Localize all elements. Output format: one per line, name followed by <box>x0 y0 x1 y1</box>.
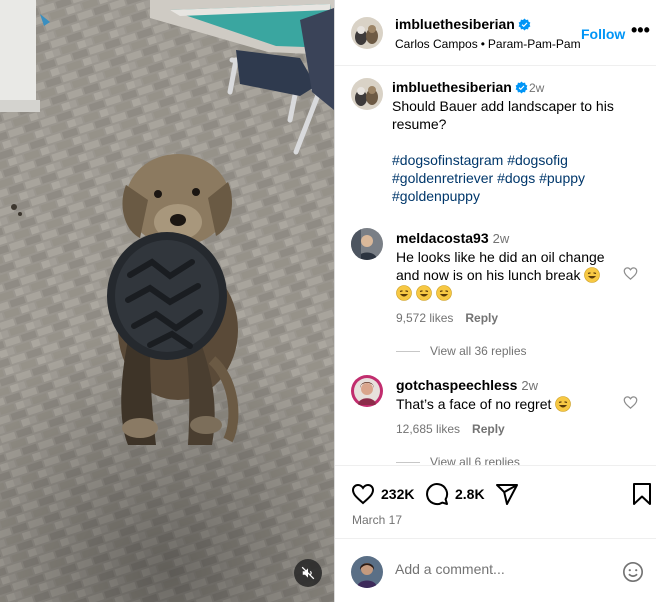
laughing-emoji-icon <box>555 396 572 412</box>
comment-text-content: That’s a face of no regret <box>396 396 552 412</box>
hashtag-link[interactable]: #dogsofinstagram <box>392 152 503 168</box>
like-comment-heart-icon[interactable] <box>623 395 638 410</box>
caption-text: Should Bauer add landscaper to his resum… <box>392 98 614 132</box>
comment-text: That’s a face of no regret <box>396 395 618 413</box>
view-replies-button[interactable]: View all 6 replies <box>396 455 520 465</box>
post-subtitle: Carlos Campos • Param-Pam-Pam <box>395 37 581 51</box>
comment-text: He looks like he did an oil change and n… <box>396 248 618 302</box>
comment-text-content: He looks like he did an oil change and n… <box>396 249 605 283</box>
post-date[interactable]: March 17 <box>352 513 402 527</box>
caption-username-text[interactable]: imbluethesiberian <box>392 79 512 95</box>
like-comment-heart-icon[interactable] <box>623 266 638 281</box>
current-user-avatar <box>351 556 383 588</box>
post-actions: 232K 2.8K March 17 <box>335 465 656 537</box>
share-button[interactable] <box>495 482 519 506</box>
save-button[interactable] <box>631 482 653 506</box>
heart-icon <box>351 483 375 505</box>
verified-badge-icon <box>518 18 531 31</box>
author-avatar[interactable] <box>351 17 383 49</box>
laughing-emoji-icon <box>416 285 432 301</box>
replies-divider <box>396 461 420 463</box>
comment-username[interactable]: meldacosta93 2w <box>396 230 509 246</box>
emoji-picker-icon[interactable] <box>622 561 644 583</box>
post-photo <box>0 0 334 602</box>
likes-count[interactable]: 232K <box>381 486 414 502</box>
muted-speaker-icon <box>301 566 315 580</box>
comment-meta: 9,572 likes Reply <box>396 311 498 325</box>
commenter-avatar[interactable] <box>351 228 383 260</box>
verified-badge-icon <box>515 81 528 94</box>
comments-scroll-area[interactable]: imbluethesiberian 2w Should Bauer add la… <box>335 67 656 465</box>
comment-username-text[interactable]: gotchaspeechless <box>396 377 517 393</box>
comment-likes[interactable]: 9,572 likes <box>396 311 453 325</box>
laughing-emoji-icon <box>584 267 601 283</box>
audio-link[interactable]: Param-Pam-Pam <box>488 37 581 51</box>
comment-button[interactable]: 2.8K <box>425 482 485 506</box>
comment-bubble-icon <box>426 483 449 506</box>
hashtag-link[interactable]: #dogs <box>497 170 535 186</box>
share-paper-plane-icon <box>496 484 518 505</box>
replies-divider <box>396 350 420 352</box>
more-options-icon[interactable]: ••• <box>631 21 650 39</box>
hashtag-link[interactable]: #puppy <box>539 170 585 186</box>
follow-button[interactable]: Follow <box>581 26 625 42</box>
comment-likes[interactable]: 12,685 likes <box>396 422 460 436</box>
mute-toggle-button[interactable] <box>294 559 322 587</box>
like-button[interactable]: 232K <box>351 482 414 506</box>
caption-hashtags: #dogsofinstagram #dogsofig #goldenretrie… <box>392 151 642 205</box>
author-username-text[interactable]: imbluethesiberian <box>395 16 515 32</box>
post-media[interactable] <box>0 0 334 602</box>
laughing-emoji-icon <box>435 285 452 301</box>
hashtag-link[interactable]: #goldenretriever <box>392 170 493 186</box>
comment-meta: 12,685 likes Reply <box>396 422 505 436</box>
laughing-emoji-icon <box>396 285 412 301</box>
subtitle-name[interactable]: Carlos Campos <box>395 37 478 51</box>
reply-button[interactable]: Reply <box>465 311 498 325</box>
post-header: imbluethesiberian Carlos Campos • Param-Pa… <box>335 0 656 66</box>
comments-count[interactable]: 2.8K <box>455 486 485 502</box>
caption-username[interactable]: imbluethesiberian <box>392 79 528 95</box>
reply-button[interactable]: Reply <box>472 422 505 436</box>
view-replies-text[interactable]: View all 6 replies <box>430 455 520 465</box>
commenter-avatar[interactable] <box>351 375 383 407</box>
author-username[interactable]: imbluethesiberian <box>395 16 531 32</box>
add-comment-bar <box>335 538 656 602</box>
comment-input[interactable] <box>395 561 605 577</box>
comment-time[interactable]: 2w <box>521 378 538 393</box>
comment-username-text[interactable]: meldacosta93 <box>396 230 489 246</box>
caption-time[interactable]: 2w <box>529 81 544 95</box>
comment-time[interactable]: 2w <box>493 231 510 246</box>
view-replies-button[interactable]: View all 36 replies <box>396 344 527 358</box>
hashtag-link[interactable]: #goldenpuppy <box>392 188 480 204</box>
subtitle-separator: • <box>480 37 485 51</box>
caption-avatar[interactable] <box>351 78 383 110</box>
bookmark-icon <box>633 483 651 505</box>
view-replies-text[interactable]: View all 36 replies <box>430 344 527 358</box>
comment-username[interactable]: gotchaspeechless 2w <box>396 377 538 393</box>
hashtag-link[interactable]: #dogsofig <box>507 152 568 168</box>
post-details-panel: imbluethesiberian Carlos Campos • Param-Pa… <box>334 0 656 602</box>
